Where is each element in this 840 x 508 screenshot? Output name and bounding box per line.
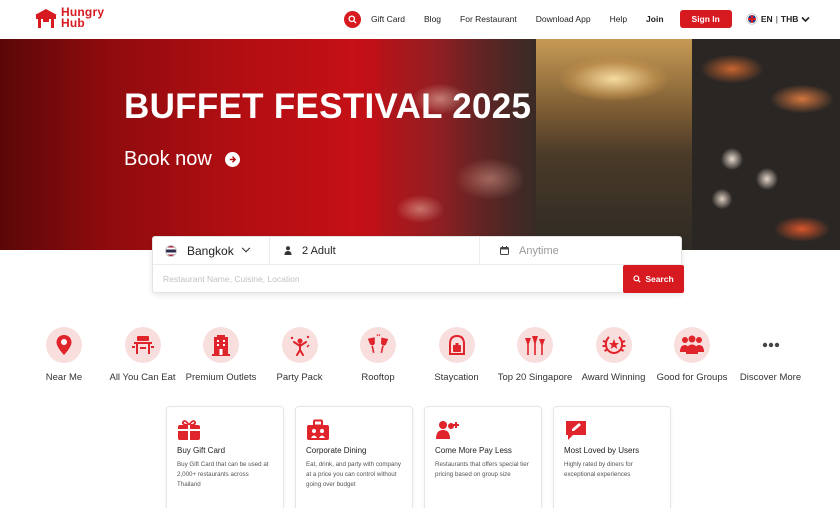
card-description: Eat, drink, and party with company at a … [306, 461, 401, 488]
category-rooftop[interactable]: Rooftop [338, 327, 418, 385]
supertrees-icon [517, 327, 553, 363]
top-nav: Gift Card Blog For Restaurant Download A… [344, 10, 810, 28]
party-icon [281, 327, 318, 363]
date-placeholder: Anytime [519, 244, 559, 257]
card-corporate-dining[interactable]: Corporate Dining Eat, drink, and party w… [295, 406, 413, 508]
category-label: Discover More [739, 372, 802, 383]
city-selector[interactable]: Bangkok [153, 237, 269, 265]
card-description: Highly rated by diners for exceptional e… [564, 461, 633, 478]
calendar-icon [500, 246, 509, 255]
category-label: Award Winning [581, 372, 646, 383]
nav-help[interactable]: Help [610, 14, 627, 24]
category-label: Party Pack [276, 372, 323, 383]
card-most-loved-by-users[interactable]: Most Loved by Users Highly rated by dine… [553, 406, 671, 508]
restaurant-search-input[interactable] [153, 265, 621, 293]
building-icon [203, 327, 239, 363]
category-staycation[interactable]: Staycation [417, 327, 497, 385]
book-now-link[interactable]: Book now [124, 148, 240, 171]
hero-restaurant-photo [536, 39, 692, 250]
category-discover-more[interactable]: Discover More [731, 327, 811, 385]
card-buy-gift-card[interactable]: Buy Gift Card Buy Gift Card that can be … [166, 406, 284, 508]
nav-download-app[interactable]: Download App [536, 14, 591, 24]
thailand-flag-icon [165, 244, 177, 257]
person-icon [284, 246, 292, 255]
date-selector[interactable]: Anytime [479, 236, 683, 265]
card-title: Buy Gift Card [177, 446, 226, 455]
category-premium-outlets[interactable]: Premium Outlets [181, 327, 261, 385]
search-icon[interactable] [344, 10, 361, 28]
hero-food-photo-1 [380, 39, 536, 250]
table-logo-icon [35, 9, 57, 28]
category-all-you-can-eat[interactable]: All You Can Eat [103, 327, 183, 385]
wine-glasses-icon [360, 327, 396, 363]
uk-flag-icon [746, 14, 757, 24]
guest-selector[interactable]: 2 Adult [269, 236, 479, 265]
nav-gift-card[interactable]: Gift Card [371, 14, 405, 24]
book-now-label: Book now [124, 148, 212, 170]
guests-value: 2 Adult [302, 244, 336, 257]
search-button[interactable]: Search [623, 265, 684, 293]
category-row: Near Me All You Can Eat Premium Outlets … [24, 327, 824, 402]
sign-in-button[interactable]: Sign In [679, 10, 732, 28]
card-come-more-pay-less[interactable]: Come More Pay Less Restaurants that offe… [424, 406, 542, 508]
language-label: EN [760, 14, 773, 24]
language-currency-selector[interactable]: EN | THB [746, 14, 811, 24]
logo-line-2: Hub [61, 16, 85, 30]
hero-seafood-photo [692, 39, 840, 250]
luggage-icon [438, 327, 475, 363]
category-label: Near Me [45, 372, 83, 383]
review-icon [564, 419, 660, 441]
category-label: Top 20 Singapore [497, 372, 573, 383]
city-value: Bangkok [187, 243, 234, 258]
chevron-down-icon [801, 16, 810, 22]
group-icon [674, 327, 710, 363]
category-label: All You Can Eat [109, 372, 176, 383]
add-people-icon [435, 419, 531, 441]
laurel-award-icon [595, 327, 632, 363]
hero-title: BUFFET FESTIVAL 2025 [124, 87, 532, 126]
card-description: Restaurants that offers special tier pri… [435, 461, 529, 478]
currency-label: THB [780, 14, 799, 24]
category-party-pack[interactable]: Party Pack [260, 327, 340, 385]
lang-divider: | [775, 14, 778, 24]
category-award-winning[interactable]: Award Winning [574, 327, 654, 385]
category-label: Staycation [434, 372, 479, 383]
category-label: Rooftop [361, 372, 395, 383]
nav-for-restaurant[interactable]: For Restaurant [460, 14, 517, 24]
chevron-down-icon [241, 243, 250, 252]
card-description: Buy Gift Card that can be used at 2,000+… [177, 461, 269, 488]
arrow-right-icon [224, 152, 240, 167]
nav-blog[interactable]: Blog [424, 14, 441, 24]
search-panel: Bangkok 2 Adult Anytime Search [152, 236, 684, 293]
card-title: Come More Pay Less [435, 446, 512, 455]
briefcase-icon [306, 419, 402, 441]
card-title: Most Loved by Users [564, 446, 640, 455]
search-icon [633, 275, 641, 283]
category-near-me[interactable]: Near Me [24, 327, 104, 385]
nav-join[interactable]: Join [646, 14, 663, 24]
category-top-20-singapore[interactable]: Top 20 Singapore [495, 327, 575, 385]
location-pin-icon [46, 327, 82, 363]
dining-table-icon [124, 327, 161, 363]
card-title: Corporate Dining [306, 446, 367, 455]
category-good-for-groups[interactable]: Good for Groups [652, 327, 732, 385]
hungry-hub-logo[interactable]: Hungry Hub [34, 6, 104, 30]
gift-card-icon [177, 419, 273, 441]
site-header: Hungry Hub Gift Card Blog For Restaurant… [0, 0, 840, 39]
category-label: Good for Groups [656, 372, 728, 383]
hero-banner[interactable]: BUFFET FESTIVAL 2025 Book now [0, 39, 840, 250]
more-dots-icon [753, 327, 789, 363]
search-button-label: Search [645, 274, 674, 284]
category-label: Premium Outlets [185, 372, 257, 383]
